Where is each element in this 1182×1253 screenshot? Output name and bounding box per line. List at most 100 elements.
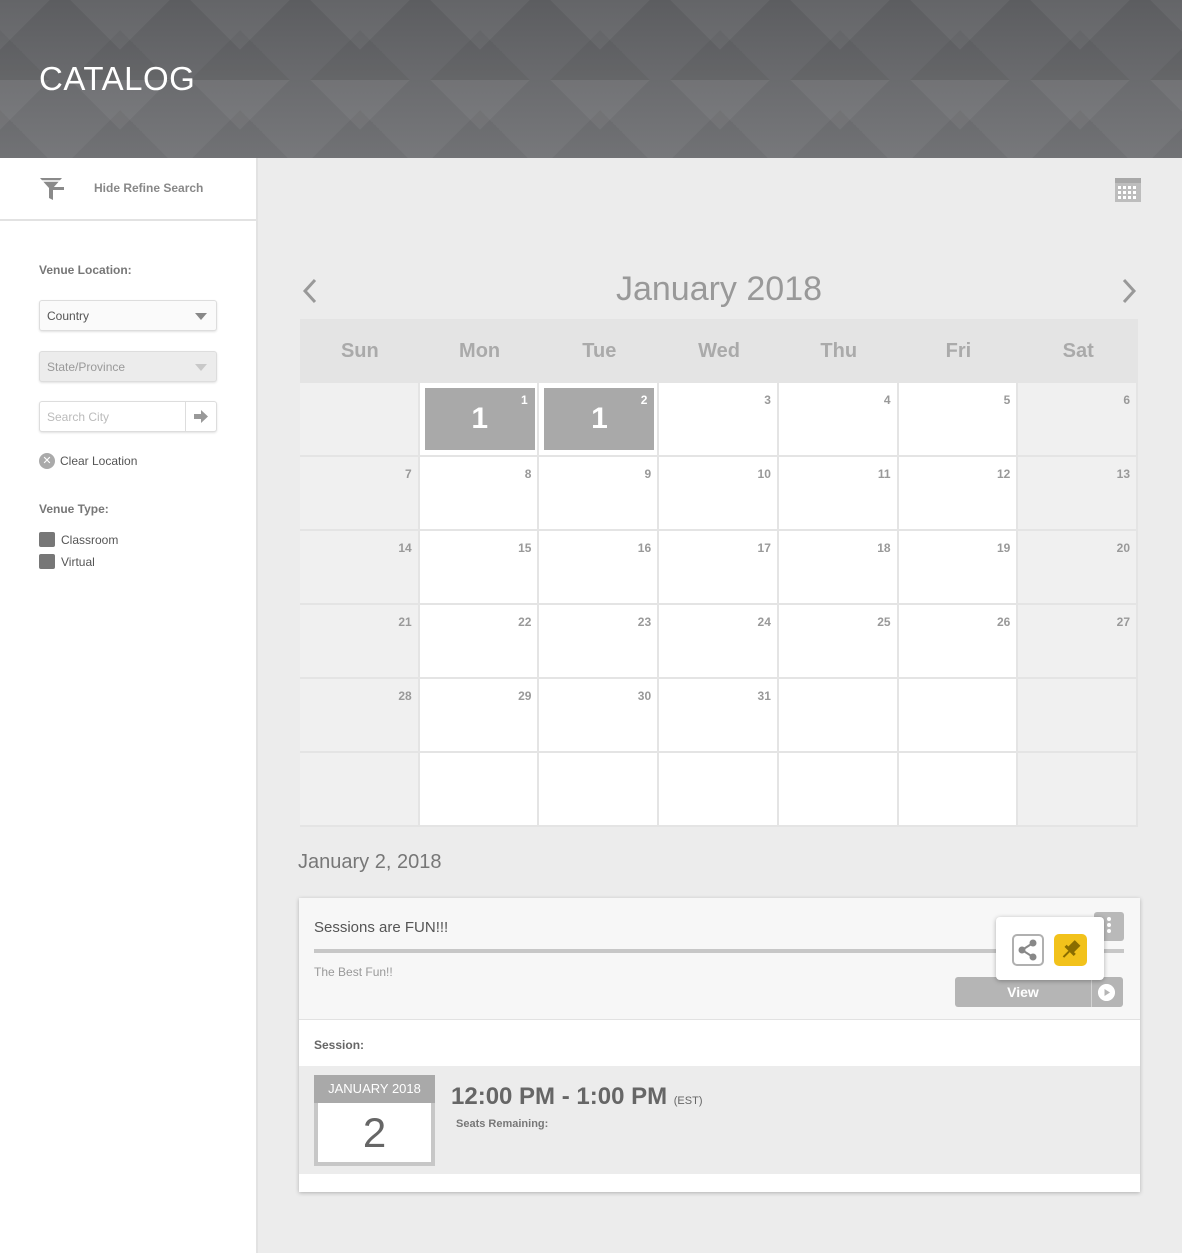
- hide-refine-search-label: Hide Refine Search: [94, 181, 204, 195]
- clear-location-button[interactable]: ✕ Clear Location: [39, 453, 137, 469]
- weekday-header: Sun Mon Tue Wed Thu Fri Sat: [300, 319, 1138, 383]
- calendar-day-18[interactable]: 18: [778, 531, 899, 605]
- session-date-badge: JANUARY 2018 2: [314, 1075, 435, 1166]
- pin-button[interactable]: [1054, 934, 1087, 966]
- weekday-label: Fri: [945, 340, 972, 362]
- state-province-select[interactable]: State/Province: [39, 351, 217, 382]
- day-number: 18: [877, 541, 891, 555]
- calendar-day-29[interactable]: 29: [419, 679, 540, 753]
- calendar-day-31[interactable]: 31: [659, 679, 779, 753]
- calendar-week: 21 22 23 24 25 26 27: [300, 605, 1139, 679]
- weekday-label: Tue: [582, 340, 617, 362]
- city-search-input[interactable]: [40, 402, 186, 431]
- venue-location-label: Venue Location:: [39, 263, 132, 277]
- view-button[interactable]: View: [955, 977, 1123, 1007]
- day-number: 4: [883, 393, 891, 407]
- share-button[interactable]: [1012, 934, 1044, 966]
- calendar-day-3[interactable]: 3: [659, 383, 779, 457]
- seats-remaining-label: Seats Remaining:: [456, 1118, 549, 1130]
- calendar-day-21[interactable]: 21: [300, 605, 420, 679]
- venue-type-classroom-checkbox[interactable]: Classroom: [39, 532, 118, 547]
- calendar-day-14[interactable]: 14: [300, 531, 420, 605]
- calendar-day-20[interactable]: 20: [1018, 531, 1139, 605]
- calendar-day-8[interactable]: 8: [419, 457, 540, 531]
- city-search-submit-button[interactable]: [185, 402, 216, 431]
- day-event-marker[interactable]: 1 2: [544, 388, 655, 450]
- share-icon: [1018, 939, 1037, 961]
- checkbox-icon: [39, 532, 55, 547]
- weekday-label: Wed: [698, 340, 740, 362]
- calendar-day-16[interactable]: 16: [539, 531, 660, 605]
- hide-refine-search-button[interactable]: Hide Refine Search: [0, 158, 256, 221]
- calendar-day-empty: [778, 679, 899, 753]
- day-number: 28: [398, 689, 412, 703]
- calendar-day-empty: [659, 753, 779, 827]
- venue-type-label: Venue Type:: [39, 502, 109, 516]
- dot: [1107, 917, 1111, 921]
- calendar-day-19[interactable]: 19: [898, 531, 1019, 605]
- calendar-week: 1 1 1 2 3 4 5 6: [300, 383, 1139, 457]
- calendar-day-5[interactable]: 5: [898, 383, 1019, 457]
- venue-type-virtual-label: Virtual: [61, 554, 95, 569]
- calendar-day-24[interactable]: 24: [659, 605, 779, 679]
- calendar-day-25[interactable]: 25: [778, 605, 899, 679]
- day-number: 5: [1003, 393, 1011, 407]
- day-number: 22: [518, 615, 532, 629]
- calendar-day-27[interactable]: 27: [1018, 605, 1139, 679]
- calendar-grid-icon[interactable]: [1115, 178, 1141, 202]
- day-number: 7: [405, 467, 412, 481]
- day-number: 24: [757, 615, 771, 629]
- selected-date-heading: January 2, 2018: [298, 851, 442, 873]
- calendar-day-7[interactable]: 7: [300, 457, 420, 531]
- session-date-month: JANUARY 2018: [314, 1075, 435, 1103]
- calendar-day-empty: [1018, 679, 1139, 753]
- calendar-week: 28 29 30 31: [300, 679, 1139, 753]
- country-select[interactable]: Country: [39, 300, 217, 331]
- session-card-header: Sessions are FUN!!! The Best Fun!! View: [299, 898, 1140, 1020]
- calendar-day-26[interactable]: 26: [898, 605, 1019, 679]
- calendar-day-empty: [539, 753, 660, 827]
- session-card-title: Sessions are FUN!!!: [314, 919, 449, 936]
- calendar-day-4[interactable]: 4: [778, 383, 899, 457]
- weekday-label: Thu: [820, 340, 858, 362]
- event-count: 1: [591, 402, 608, 435]
- page-title: CATALOG: [39, 60, 196, 97]
- calendar-day-22[interactable]: 22: [419, 605, 540, 679]
- calendar-day-28[interactable]: 28: [300, 679, 420, 753]
- calendar-day-23[interactable]: 23: [539, 605, 660, 679]
- close-icon: ✕: [39, 453, 55, 469]
- day-number: 26: [996, 615, 1011, 629]
- day-number: 10: [757, 467, 771, 481]
- calendar-day-10[interactable]: 10: [659, 457, 779, 531]
- session-row: JANUARY 2018 2 12:00 PM - 1:00 PM (EST) …: [299, 1066, 1140, 1174]
- state-select-value: State/Province: [47, 360, 126, 374]
- funnel-icon: [40, 178, 64, 200]
- calendar-day-11[interactable]: 11: [778, 457, 899, 531]
- day-number: 8: [524, 467, 532, 481]
- day-number: 15: [518, 541, 532, 555]
- refine-sidebar: Hide Refine Search Venue Location: Count…: [0, 158, 258, 1253]
- calendar-month-title: January 2018: [615, 270, 823, 308]
- calendar-day-30[interactable]: 30: [539, 679, 660, 753]
- calendar-day-17[interactable]: 17: [659, 531, 779, 605]
- calendar-day-1[interactable]: 1 1: [419, 383, 540, 457]
- calendar-day-2[interactable]: 1 2: [539, 383, 660, 457]
- calendar-day-6[interactable]: 6: [1018, 383, 1139, 457]
- calendar-day-12[interactable]: 12: [898, 457, 1019, 531]
- venue-type-classroom-label: Classroom: [61, 532, 119, 547]
- calendar-day-9[interactable]: 9: [539, 457, 660, 531]
- calendar-day-15[interactable]: 15: [419, 531, 540, 605]
- calendar-day-13[interactable]: 13: [1018, 457, 1139, 531]
- day-number: 31: [757, 689, 771, 703]
- day-number: 21: [398, 615, 412, 629]
- day-event-marker[interactable]: 1 1: [424, 388, 535, 450]
- calendar-day-empty: [1018, 753, 1139, 827]
- view-button-label: View: [1007, 984, 1039, 1000]
- venue-type-virtual-checkbox[interactable]: Virtual: [39, 554, 95, 569]
- session-timezone: (EST): [673, 1095, 703, 1107]
- city-search: [39, 401, 217, 432]
- day-number: 20: [1116, 541, 1131, 555]
- dot: [1107, 929, 1111, 933]
- next-month-button[interactable]: [1119, 278, 1139, 304]
- day-number: 30: [637, 689, 652, 703]
